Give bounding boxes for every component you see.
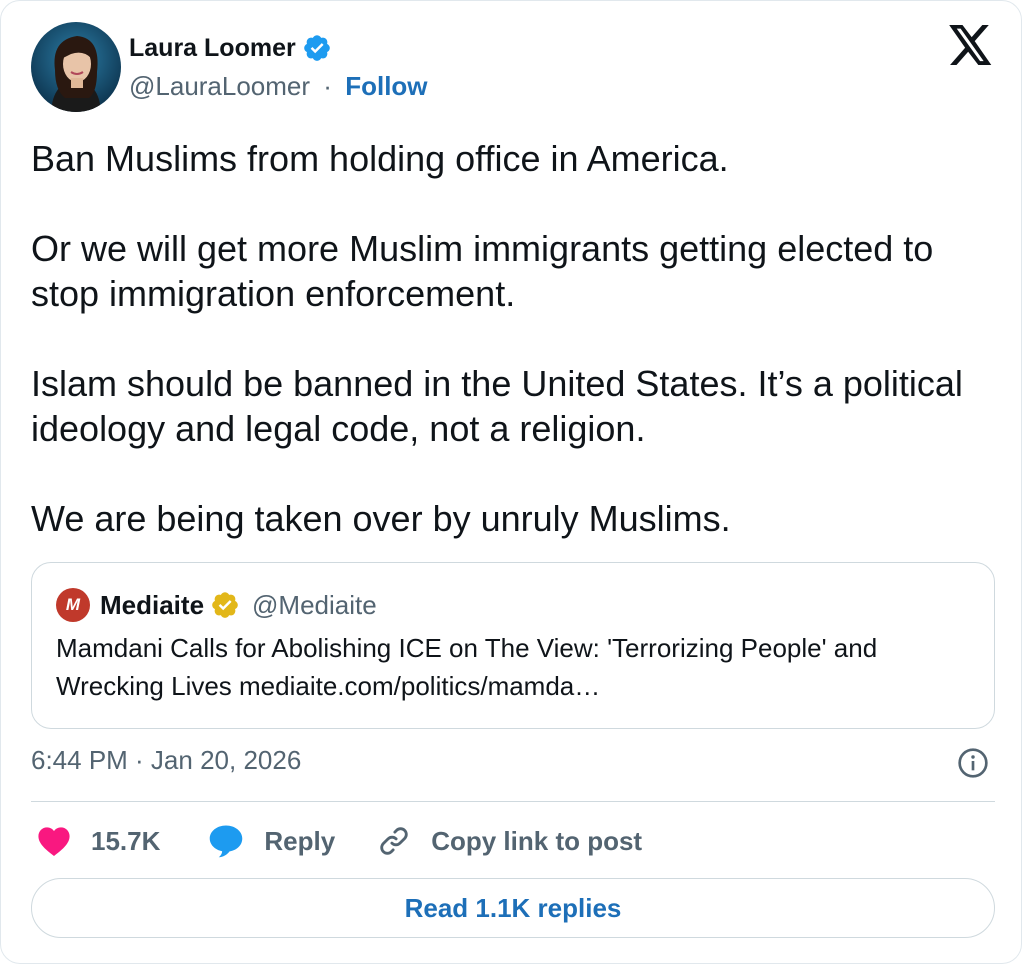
tweet-paragraph: Ban Muslims from holding office in Ameri… xyxy=(31,138,729,179)
quoted-author-handle: @Mediaite xyxy=(252,589,377,620)
action-bar: 15.7K Reply Copy link to post xyxy=(37,819,642,863)
post-timestamp[interactable]: 6:44 PM · Jan 20, 2026 xyxy=(31,745,301,776)
read-replies-button[interactable]: Read 1.1K replies xyxy=(31,878,995,938)
copy-link-button[interactable]: Copy link to post xyxy=(377,824,642,858)
heart-icon xyxy=(38,827,70,857)
author-name-row: Laura Loomer xyxy=(129,33,332,63)
tweet-paragraph: We are being taken over by unruly Muslim… xyxy=(31,498,731,539)
reply-bubble-icon xyxy=(210,825,243,858)
reply-label: Reply xyxy=(264,825,336,856)
tweet-paragraph: Islam should be banned in the United Sta… xyxy=(31,363,963,449)
quoted-author-avatar: M xyxy=(56,588,90,622)
x-logo-icon[interactable] xyxy=(949,25,993,65)
info-icon[interactable] xyxy=(957,747,989,779)
tweet-paragraph: Or we will get more Muslim immigrants ge… xyxy=(31,228,934,314)
author-handle-row: @LauraLoomer · Follow xyxy=(129,71,428,102)
tweet-card: Laura Loomer @LauraLoomer · Follow Ban M… xyxy=(0,0,1022,964)
link-icon xyxy=(380,827,408,855)
quoted-tweet-header: M Mediaite @Mediaite xyxy=(56,588,377,622)
copy-link-label: Copy link to post xyxy=(431,825,643,856)
author-handle[interactable]: @LauraLoomer xyxy=(129,71,310,101)
follow-link[interactable]: Follow xyxy=(345,71,427,101)
quoted-author-name: Mediaite xyxy=(100,589,205,620)
verified-badge-icon xyxy=(303,35,330,61)
verified-badge-icon xyxy=(212,592,238,618)
like-button[interactable]: 15.7K xyxy=(37,825,160,857)
divider xyxy=(31,801,995,802)
handle-separator: · xyxy=(323,71,332,101)
avatar[interactable] xyxy=(31,22,121,112)
quoted-tweet-text: Mamdani Calls for Abolishing ICE on The … xyxy=(56,633,878,701)
like-count: 15.7K xyxy=(91,825,161,856)
author-name[interactable]: Laura Loomer xyxy=(129,34,296,63)
quoted-tweet[interactable]: M Mediaite @Mediaite Mamdani Calls for A… xyxy=(31,562,995,729)
tweet-text: Ban Muslims from holding office in Ameri… xyxy=(31,136,991,541)
reply-button[interactable]: Reply xyxy=(208,824,335,858)
